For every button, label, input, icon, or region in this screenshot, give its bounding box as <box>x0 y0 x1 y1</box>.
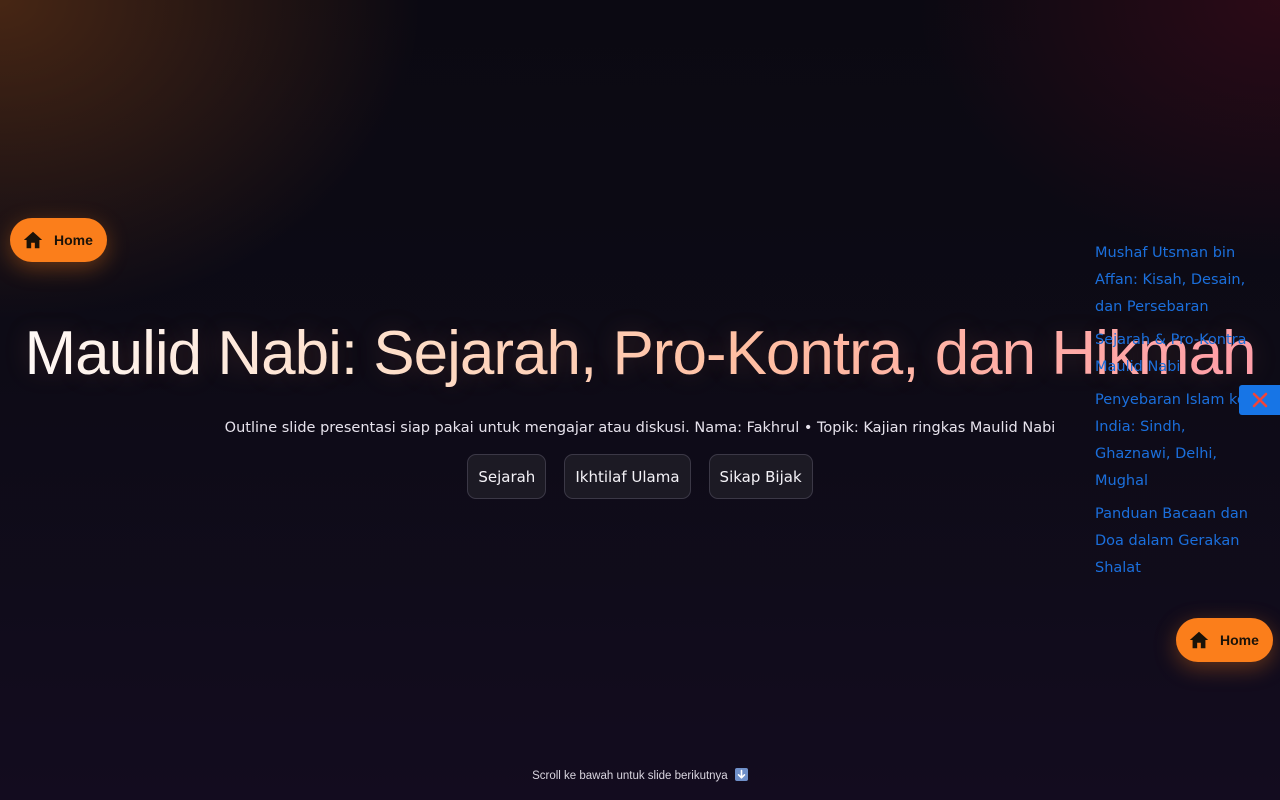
close-icon <box>1252 392 1268 408</box>
home-button-label: Home <box>1220 632 1259 648</box>
home-icon <box>1188 629 1210 651</box>
page-subtitle: Outline slide presentasi siap pakai untu… <box>224 420 1056 436</box>
link-mushaf-utsman[interactable]: Mushaf Utsman bin Affan: Kisah, Desain, … <box>1095 240 1265 321</box>
list-item: Mushaf Utsman bin Affan: Kisah, Desain, … <box>1095 240 1265 321</box>
scroll-hint-text: Scroll ke bawah untuk slide berikutnya <box>532 770 728 782</box>
topic-chips: Sejarah Ikhtilaf Ulama Sikap Bijak <box>0 454 1280 499</box>
chip-ikhtilaf-ulama[interactable]: Ikhtilaf Ulama <box>564 454 691 499</box>
link-maulid-nabi[interactable]: Sejarah & Pro-Kontra Maulid Nabi <box>1095 327 1265 381</box>
home-button-top[interactable]: Home <box>10 218 107 262</box>
list-item: Panduan Bacaan dan Doa dalam Gerakan Sha… <box>1095 501 1265 582</box>
page-title: Maulid Nabi: Sejarah, Pro-Kontra, dan Hi… <box>0 318 1280 389</box>
home-button-bottom[interactable]: Home <box>1176 618 1273 662</box>
home-icon <box>22 229 44 251</box>
list-item: Sejarah & Pro-Kontra Maulid Nabi <box>1095 327 1265 381</box>
link-bacaan-shalat[interactable]: Panduan Bacaan dan Doa dalam Gerakan Sha… <box>1095 501 1265 582</box>
scroll-hint: Scroll ke bawah untuk slide berikutnya <box>0 768 1280 782</box>
chip-sejarah[interactable]: Sejarah <box>467 454 547 499</box>
close-panel-button[interactable] <box>1239 385 1280 415</box>
down-arrow-icon <box>734 768 748 781</box>
home-button-label: Home <box>54 232 93 248</box>
chip-sikap-bijak[interactable]: Sikap Bijak <box>708 454 813 499</box>
